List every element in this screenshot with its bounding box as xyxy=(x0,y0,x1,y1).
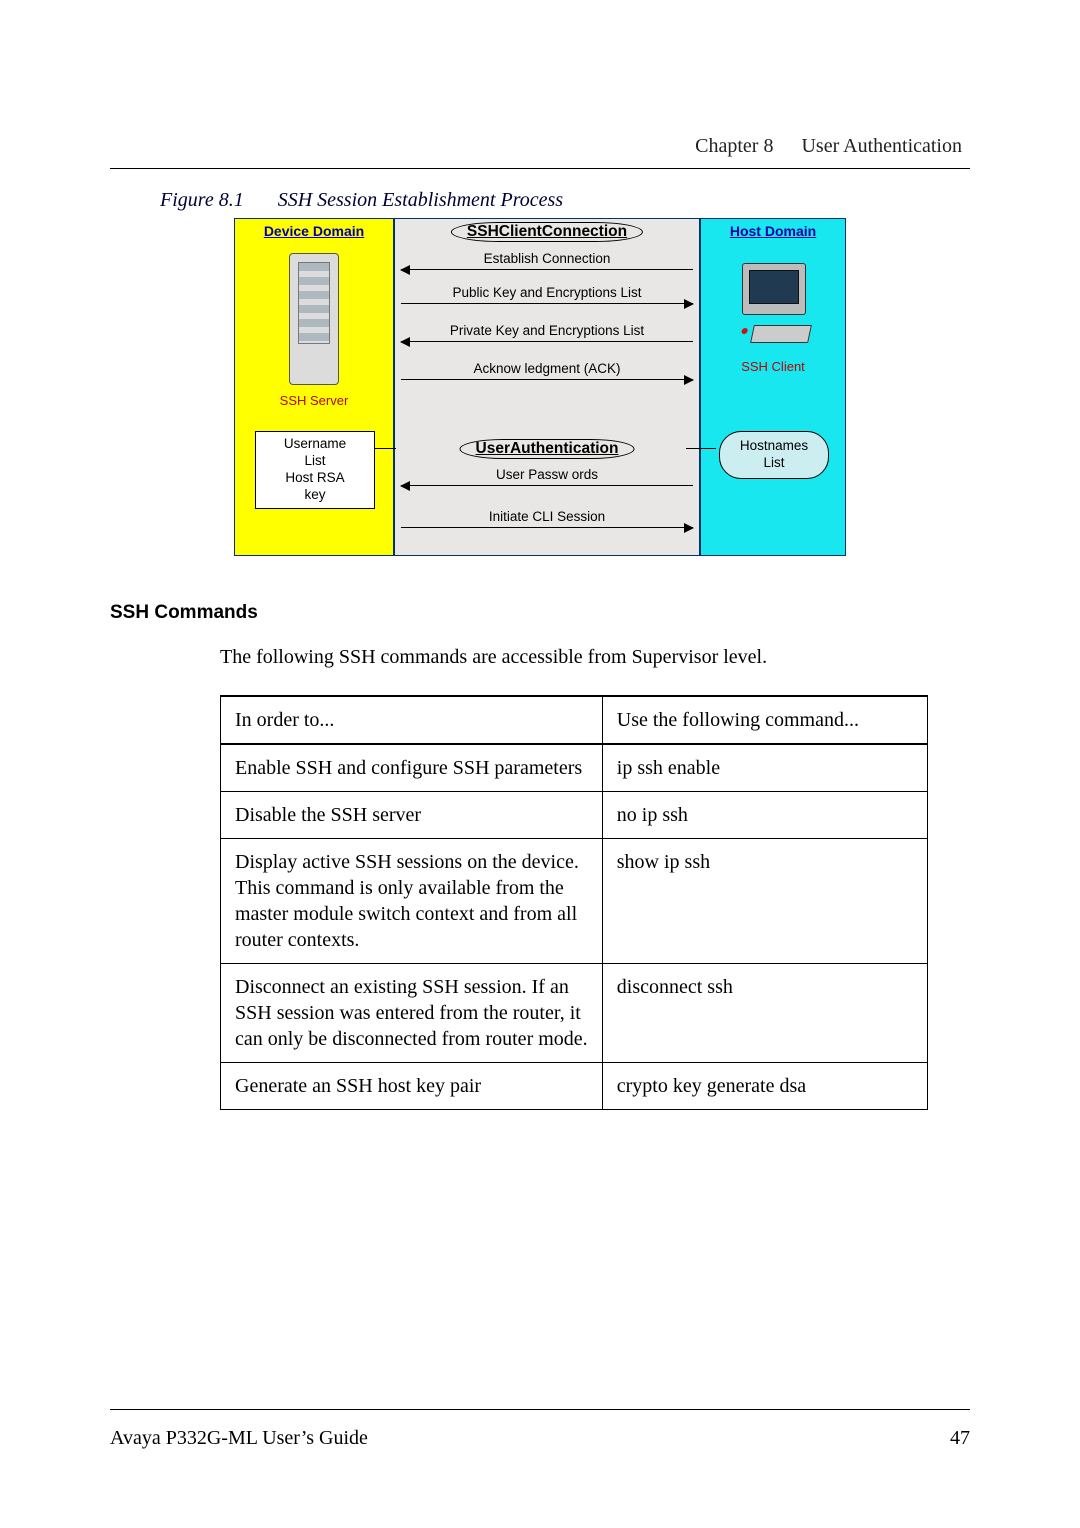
ssh-commands-heading: SSH Commands xyxy=(110,602,970,624)
username-list-line3: Host RSA xyxy=(285,470,344,485)
arrow-privkey xyxy=(401,341,693,342)
arrow-user-passwords xyxy=(401,485,693,486)
table-row: Enable SSH and configure SSH parameters … xyxy=(221,744,928,792)
footer-rule xyxy=(110,1409,970,1410)
table-row: Generate an SSH host key pair crypto key… xyxy=(221,1063,928,1110)
ssh-commands-intro: The following SSH commands are accessibl… xyxy=(110,646,970,669)
table-cell-cmd: disconnect ssh xyxy=(602,964,927,1063)
ssh-process-diagram: Device Domain SSH Server Username List H… xyxy=(234,218,846,556)
table-cell-desc: Generate an SSH host key pair xyxy=(221,1063,603,1110)
host-domain-title: Host Domain xyxy=(701,223,845,239)
ssh-client-connection-bubble: SSHClientConnection xyxy=(451,222,643,242)
table-row: Disable the SSH server no ip ssh xyxy=(221,792,928,839)
ssh-commands-table: In order to... Use the following command… xyxy=(220,695,928,1110)
conn-hostnames xyxy=(686,448,716,449)
table-cell-desc: Disconnect an existing SSH session. If a… xyxy=(221,964,603,1063)
chapter-title: User Authentication xyxy=(801,135,962,158)
flow-privkey: Private Key and Encryptions List xyxy=(395,323,699,338)
arrow-initiate-cli xyxy=(401,527,693,528)
footer-guide: Avaya P332G-ML User’s Guide xyxy=(110,1427,368,1450)
page: Chapter 8 User Authentication Figure 8.1… xyxy=(0,0,1080,1528)
username-list-line4: key xyxy=(304,487,325,502)
table-cell-cmd: show ip ssh xyxy=(602,839,927,964)
flow-initiate-cli: Initiate CLI Session xyxy=(395,509,699,524)
device-domain-title: Device Domain xyxy=(235,223,393,239)
figure-title: SSH Session Establishment Process xyxy=(278,189,563,211)
ssh-server-icon xyxy=(289,253,339,385)
hostnames-line1: Hostnames xyxy=(740,438,808,453)
arrow-establish xyxy=(401,269,693,270)
host-domain-box: Host Domain SSH Client Hostnames List xyxy=(700,218,846,556)
user-authentication-bubble: UserAuthentication xyxy=(460,439,635,459)
page-footer: Avaya P332G-ML User’s Guide 47 xyxy=(110,1427,970,1450)
ssh-client-label: SSH Client xyxy=(701,359,845,374)
username-list-line1: Username xyxy=(284,436,346,451)
figure-diagram: Device Domain SSH Server Username List H… xyxy=(110,218,970,556)
arrow-ack xyxy=(401,379,693,380)
device-domain-box: Device Domain SSH Server Username List H… xyxy=(234,218,394,556)
table-cell-cmd: crypto key generate dsa xyxy=(602,1063,927,1110)
conn-username xyxy=(374,448,396,449)
center-flow-box: SSHClientConnection Establish Connection… xyxy=(394,218,700,556)
ssh-client-icon xyxy=(734,263,812,355)
footer-page-number: 47 xyxy=(950,1427,970,1450)
chapter-label: Chapter 8 xyxy=(695,135,773,158)
flow-ack: Acknow ledgment (ACK) xyxy=(395,361,699,376)
figure-caption: Figure 8.1 SSH Session Establishment Proc… xyxy=(110,189,970,212)
table-header-row: In order to... Use the following command… xyxy=(221,696,928,744)
table-cell-desc: Enable SSH and configure SSH parameters xyxy=(221,744,603,792)
table-cell-desc: Display active SSH sessions on the devic… xyxy=(221,839,603,964)
table-header-in-order-to: In order to... xyxy=(221,696,603,744)
table-row: Display active SSH sessions on the devic… xyxy=(221,839,928,964)
arrow-pubkey xyxy=(401,303,693,304)
flow-pubkey: Public Key and Encryptions List xyxy=(395,285,699,300)
username-list-box: Username List Host RSA key xyxy=(255,431,375,509)
figure-number: Figure 8.1 xyxy=(160,189,244,211)
flow-user-passwords: User Passw ords xyxy=(395,467,699,482)
username-list-line2: List xyxy=(304,453,325,468)
table-header-use-command: Use the following command... xyxy=(602,696,927,744)
flow-establish: Establish Connection xyxy=(395,251,699,266)
hostnames-line2: List xyxy=(763,455,784,470)
header-rule xyxy=(110,168,970,169)
table-cell-cmd: no ip ssh xyxy=(602,792,927,839)
table-cell-desc: Disable the SSH server xyxy=(221,792,603,839)
running-header: Chapter 8 User Authentication xyxy=(110,135,970,158)
ssh-server-label: SSH Server xyxy=(235,393,393,408)
table-row: Disconnect an existing SSH session. If a… xyxy=(221,964,928,1063)
hostnames-list-box: Hostnames List xyxy=(719,431,829,479)
table-cell-cmd: ip ssh enable xyxy=(602,744,927,792)
